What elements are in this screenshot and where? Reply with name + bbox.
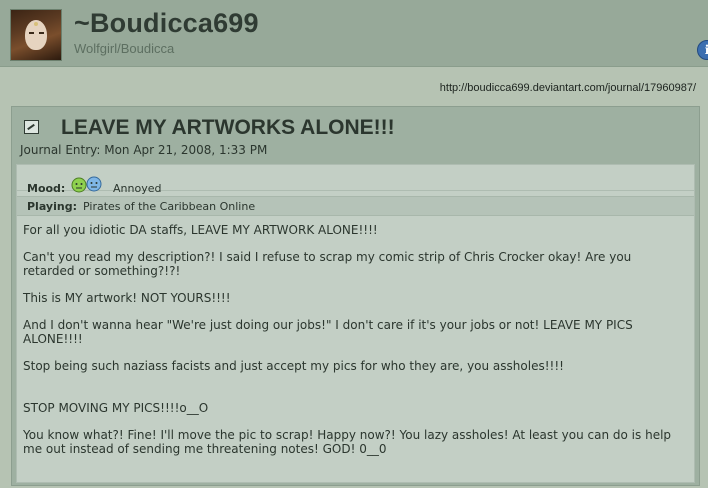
journal-paragraph: For all you idiotic DA staffs, LEAVE MY … (23, 223, 378, 237)
annoyed-mood-icon (71, 176, 102, 193)
journal-paragraph: This is MY artwork! NOT YOURS!!!! (23, 291, 231, 305)
user-subtitle: Wolfgirl/Boudicca (74, 41, 175, 56)
journal-paragraph: And I don't wanna hear "We're just doing… (23, 318, 633, 346)
journal-icon (24, 120, 39, 134)
journal-url[interactable]: http://boudicca699.deviantart.com/journa… (440, 82, 696, 94)
journal-content: Mood: Annoyed Playing: Pirates of the Ca… (16, 164, 695, 483)
mood-row: Mood: Annoyed (17, 168, 694, 195)
mood-value: Annoyed (113, 182, 162, 195)
journal-paragraph: STOP MOVING MY PICS!!!!o__O (23, 401, 209, 415)
journal-panel: LEAVE MY ARTWORKS ALONE!!! Journal Entry… (11, 106, 700, 486)
info-icon[interactable]: i (697, 40, 708, 60)
playing-label: Playing: (27, 200, 77, 213)
avatar-eye-right (39, 32, 44, 34)
playing-row: Playing: Pirates of the Caribbean Online (17, 196, 694, 216)
journal-paragraph: Stop being such naziass facists and just… (23, 359, 564, 373)
journal-paragraph: Can't you read my description?! I said I… (23, 250, 632, 278)
username[interactable]: ~Boudicca699 (74, 8, 259, 39)
user-avatar[interactable] (10, 9, 62, 61)
profile-header: ~Boudicca699 Wolfgirl/Boudicca i (0, 0, 708, 67)
playing-value: Pirates of the Caribbean Online (83, 200, 256, 213)
journal-paragraph: You know what?! Fine! I'll move the pic … (23, 428, 672, 456)
journal-date: Journal Entry: Mon Apr 21, 2008, 1:33 PM (20, 143, 268, 157)
journal-title[interactable]: LEAVE MY ARTWORKS ALONE!!! (61, 116, 395, 140)
mood-label: Mood: (27, 182, 66, 195)
avatar-gem (34, 22, 38, 26)
journal-body: For all you idiotic DA staffs, LEAVE MY … (23, 223, 683, 469)
avatar-eye-left (29, 32, 34, 34)
